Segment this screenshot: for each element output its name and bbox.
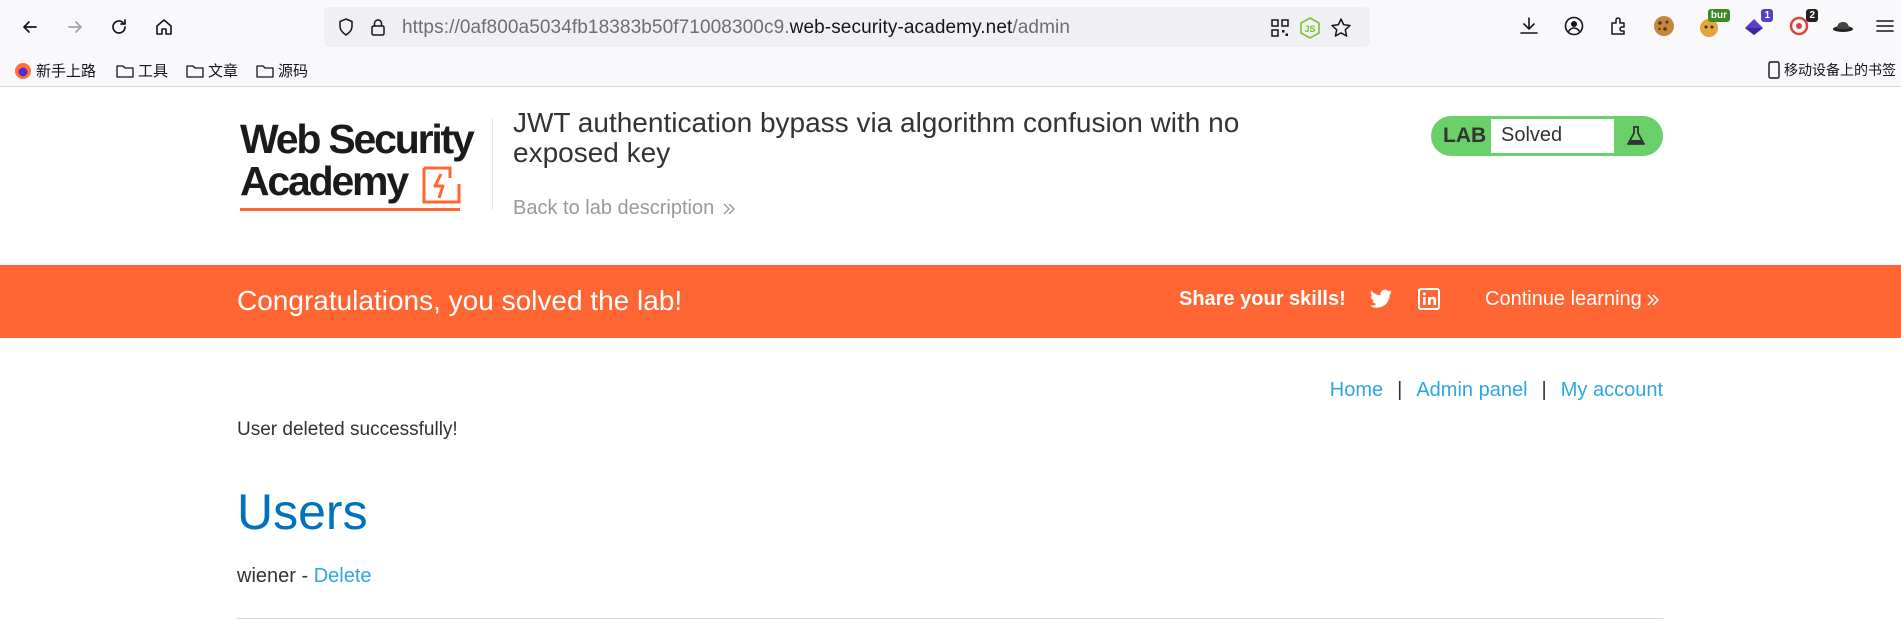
url-text[interactable]: https://0af800a5034fb18383b50f71008300c9… — [402, 17, 1070, 39]
star-icon — [1331, 18, 1351, 37]
solved-banner: Congratulations, you solved the lab! Sha… — [0, 265, 1901, 338]
hat-ext-button[interactable] — [1830, 13, 1856, 39]
folder-icon — [256, 64, 274, 78]
flask-icon — [1627, 126, 1645, 145]
nav-my-account-link[interactable]: My account — [1561, 379, 1663, 402]
hamburger-menu-icon — [1876, 20, 1894, 32]
delete-user-link[interactable]: Delete — [314, 565, 372, 587]
logo-bolt-icon — [422, 166, 461, 204]
url-host: web-security-academy.net — [789, 17, 1013, 38]
downloads-button[interactable] — [1516, 13, 1542, 39]
continue-learning-label: Continue learning — [1485, 288, 1642, 310]
account-button[interactable] — [1561, 13, 1587, 39]
cookie-icon — [1654, 16, 1674, 36]
puzzle-icon — [1611, 17, 1625, 35]
bookmark-label: 工具 — [138, 63, 169, 80]
back-to-lab-link[interactable]: Back to lab description — [513, 197, 736, 220]
mobile-bookmarks-label: 移动设备上的书签 — [1784, 62, 1896, 78]
congratulations-message: Congratulations, you solved the lab! — [237, 285, 683, 316]
academy-logo[interactable]: Web Security Academy — [238, 116, 488, 211]
home-icon — [156, 19, 172, 35]
lab-status-widget: LAB Solved — [1431, 116, 1663, 156]
double-chevron-right-icon — [1647, 293, 1659, 306]
back-button[interactable] — [15, 12, 45, 42]
folder-icon — [186, 64, 204, 78]
page-content: Web Security Academy JWT authentication … — [0, 88, 1901, 620]
lab-title: JWT authentication bypass via algorithm … — [513, 107, 1240, 168]
double-chevron-right-icon — [723, 203, 736, 214]
header-divider — [492, 118, 493, 210]
cookie-ext-button[interactable] — [1651, 13, 1677, 39]
bookmark-star-button[interactable] — [1329, 16, 1353, 40]
bookmark-folder[interactable]: 源码 — [256, 60, 308, 81]
user-separator: - — [295, 565, 314, 587]
purple-ext-badge: 1 — [1761, 9, 1773, 22]
nodejs-ext-button[interactable]: JS — [1298, 16, 1322, 40]
burp-badge: bur — [1707, 9, 1730, 22]
twitter-icon[interactable] — [1369, 289, 1393, 311]
arrow-left-icon — [23, 21, 37, 33]
shield-icon[interactable] — [336, 17, 356, 37]
user-name: wiener — [237, 565, 296, 587]
continue-learning-link[interactable]: Continue learning — [1485, 288, 1660, 311]
logo-line1: Web Security — [240, 116, 475, 162]
burp-ext-button[interactable]: bur — [1696, 9, 1730, 39]
bookmark-label: 源码 — [278, 63, 309, 80]
divider — [237, 618, 1663, 619]
site-nav: Home | Admin panel | My account — [1330, 379, 1663, 402]
back-link-label: Back to lab description — [513, 197, 715, 219]
lock-icon[interactable] — [368, 17, 388, 37]
logo-underline — [240, 208, 460, 211]
linkedin-icon[interactable] — [1418, 288, 1440, 310]
download-icon — [1520, 17, 1538, 34]
mobile-bookmarks[interactable]: 移动设备上的书签 — [1768, 60, 1896, 80]
menu-button[interactable] — [1872, 13, 1898, 39]
lab-label: LAB — [1443, 124, 1487, 147]
nav-separator: | — [1397, 379, 1403, 401]
url-path: /admin — [1012, 17, 1071, 38]
reload-button[interactable] — [104, 12, 134, 42]
account-icon — [1564, 16, 1584, 36]
folder-icon — [116, 64, 134, 78]
logo-line2: Academy — [240, 158, 409, 204]
hat-icon — [1833, 22, 1853, 32]
mobile-device-icon — [1768, 61, 1780, 79]
nav-separator: | — [1541, 379, 1547, 401]
reload-icon — [112, 19, 126, 34]
share-label: Share your skills! — [1179, 288, 1346, 310]
nav-home-link[interactable]: Home — [1330, 379, 1383, 402]
bookmark-label: 文章 — [208, 63, 239, 80]
red-ext-button[interactable]: 2 — [1786, 9, 1818, 39]
bookmarks-bar: 新手上路 工具 文章 源码 移动设备上的书签 — [0, 53, 1901, 87]
svg-text:JS: JS — [1304, 24, 1315, 34]
extensions-button[interactable] — [1606, 13, 1632, 39]
nav-admin-panel-link[interactable]: Admin panel — [1416, 379, 1527, 402]
users-heading: Users — [237, 484, 368, 540]
red-ext-badge: 2 — [1806, 9, 1818, 22]
qr-code-icon — [1271, 19, 1289, 37]
arrow-right-icon — [68, 21, 82, 33]
browser-toolbar: https://0af800a5034fb18383b50f71008300c9… — [0, 0, 1901, 53]
nodejs-icon: JS — [1300, 17, 1320, 39]
lab-status-text: Solved — [1491, 119, 1614, 153]
flash-message: User deleted successfully! — [237, 419, 458, 440]
forward-button[interactable] — [60, 12, 90, 42]
purple-ext-button[interactable]: 1 — [1741, 9, 1773, 39]
home-button[interactable] — [149, 12, 179, 42]
bookmark-folder[interactable]: 文章 — [186, 60, 238, 81]
firefox-icon — [15, 62, 31, 79]
url-prefix: https://0af800a5034fb18383b50f71008300c9… — [402, 17, 790, 38]
bookmark-label: 新手上路 — [36, 63, 97, 80]
bookmark-item[interactable]: 新手上路 — [14, 60, 96, 81]
user-row: wiener - Delete — [237, 565, 372, 588]
address-bar[interactable]: https://0af800a5034fb18383b50f71008300c9… — [324, 7, 1370, 47]
bookmark-folder[interactable]: 工具 — [116, 60, 168, 81]
qr-code-button[interactable] — [1268, 16, 1292, 40]
